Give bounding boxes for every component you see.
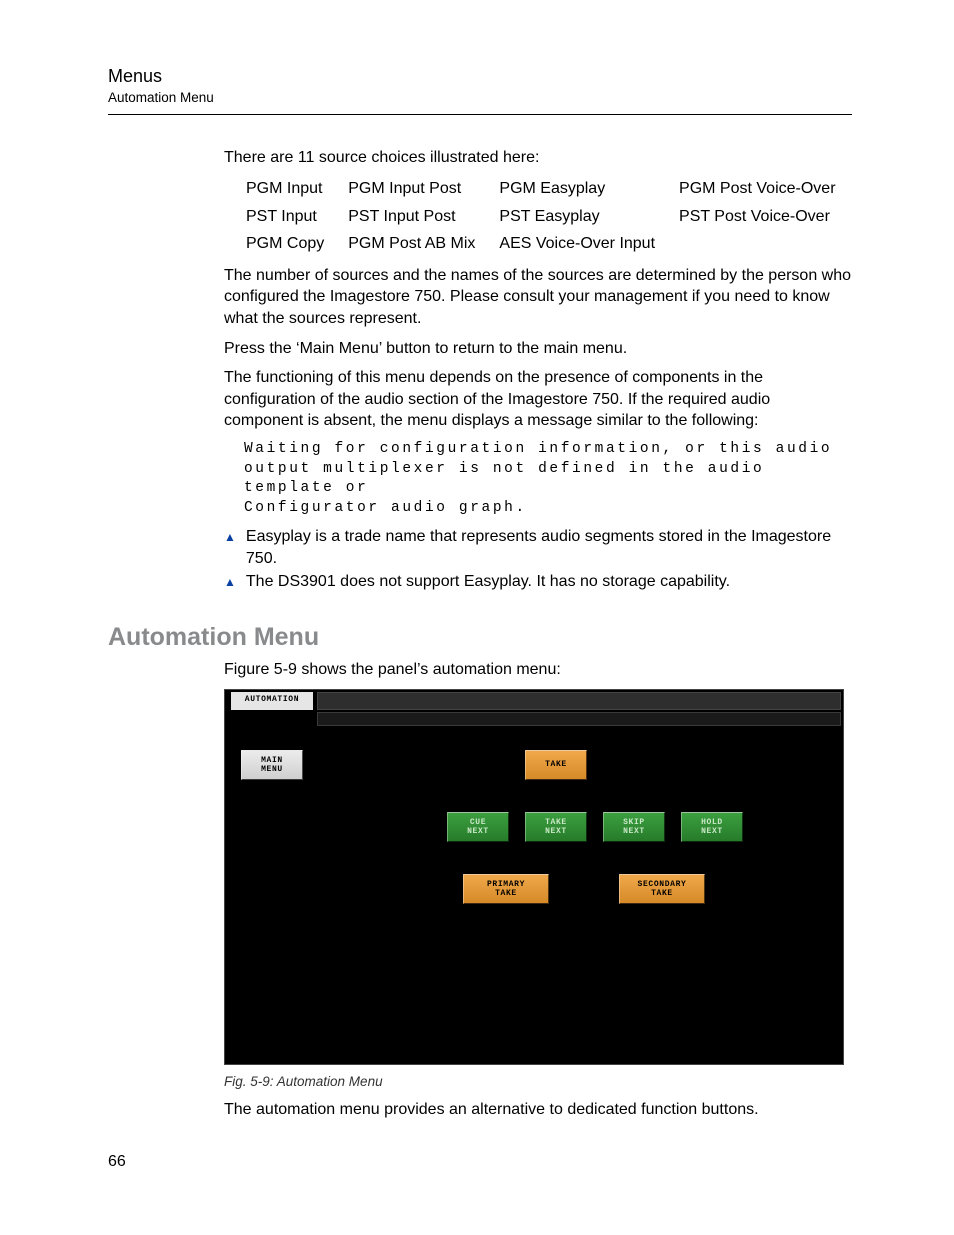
header-rule xyxy=(108,114,852,115)
source-cell: PGM Copy xyxy=(246,231,346,257)
paragraph: Figure 5-9 shows the panel’s automation … xyxy=(224,659,852,681)
table-row: PGM Input PGM Input Post PGM Easyplay PG… xyxy=(246,176,858,202)
source-choices-table: PGM Input PGM Input Post PGM Easyplay PG… xyxy=(244,174,860,259)
triangle-bullet-icon: ▲ xyxy=(224,526,236,548)
take-button[interactable]: TAKE xyxy=(525,750,587,780)
cue-next-button[interactable]: CUE NEXT xyxy=(447,812,509,842)
body-content: There are 11 source choices illustrated … xyxy=(224,147,852,1121)
figure-caption: Fig. 5-9: Automation Menu xyxy=(224,1073,852,1091)
code-block: Waiting for configuration information, o… xyxy=(244,440,852,518)
figure: AUTOMATION MAIN MENU TAKE CUE NEXT TAKE … xyxy=(224,689,852,1091)
source-cell xyxy=(679,231,858,257)
page-header: Menus Automation Menu xyxy=(108,64,852,115)
main-menu-button[interactable]: MAIN MENU xyxy=(241,750,303,780)
source-cell: PGM Post AB Mix xyxy=(348,231,497,257)
primary-take-button[interactable]: PRIMARY TAKE xyxy=(463,874,549,904)
header-chapter: Menus xyxy=(108,64,852,88)
source-cell: PST Easyplay xyxy=(499,204,677,230)
source-cell: PGM Easyplay xyxy=(499,176,677,202)
automation-panel: AUTOMATION MAIN MENU TAKE CUE NEXT TAKE … xyxy=(224,689,844,1065)
source-cell: PGM Post Voice-Over xyxy=(679,176,858,202)
source-cell: PST Post Voice-Over xyxy=(679,204,858,230)
note-item: ▲ Easyplay is a trade name that represen… xyxy=(224,526,852,569)
paragraph: There are 11 source choices illustrated … xyxy=(224,147,852,169)
secondary-take-button[interactable]: SECONDARY TAKE xyxy=(619,874,705,904)
hold-next-button[interactable]: HOLD NEXT xyxy=(681,812,743,842)
source-cell: PGM Input xyxy=(246,176,346,202)
source-cell: PGM Input Post xyxy=(348,176,497,202)
code-line: Configurator audio graph. xyxy=(244,499,852,519)
paragraph: The functioning of this menu depends on … xyxy=(224,367,852,432)
source-cell: PST Input xyxy=(246,204,346,230)
page-number: 66 xyxy=(108,1151,126,1173)
table-row: PGM Copy PGM Post AB Mix AES Voice-Over … xyxy=(246,231,858,257)
section-heading: Automation Menu xyxy=(108,621,852,655)
table-row: PST Input PST Input Post PST Easyplay PS… xyxy=(246,204,858,230)
paragraph: Press the ‘Main Menu’ button to return t… xyxy=(224,338,852,360)
code-line: Waiting for configuration information, o… xyxy=(244,440,852,460)
header-section: Automation Menu xyxy=(108,89,852,107)
take-next-button[interactable]: TAKE NEXT xyxy=(525,812,587,842)
skip-next-button[interactable]: SKIP NEXT xyxy=(603,812,665,842)
source-cell: AES Voice-Over Input xyxy=(499,231,677,257)
panel-sub-strip xyxy=(317,712,841,726)
note-text: The DS3901 does not support Easyplay. It… xyxy=(246,571,730,593)
triangle-bullet-icon: ▲ xyxy=(224,571,236,593)
panel-title-strip xyxy=(317,692,841,710)
code-line: output multiplexer is not defined in the… xyxy=(244,460,852,499)
note-text: Easyplay is a trade name that represents… xyxy=(246,526,852,569)
paragraph: The number of sources and the names of t… xyxy=(224,265,852,330)
source-cell: PST Input Post xyxy=(348,204,497,230)
note-item: ▲ The DS3901 does not support Easyplay. … xyxy=(224,571,852,593)
paragraph: The automation menu provides an alternat… xyxy=(224,1099,852,1121)
panel-tab-automation[interactable]: AUTOMATION xyxy=(231,692,313,710)
